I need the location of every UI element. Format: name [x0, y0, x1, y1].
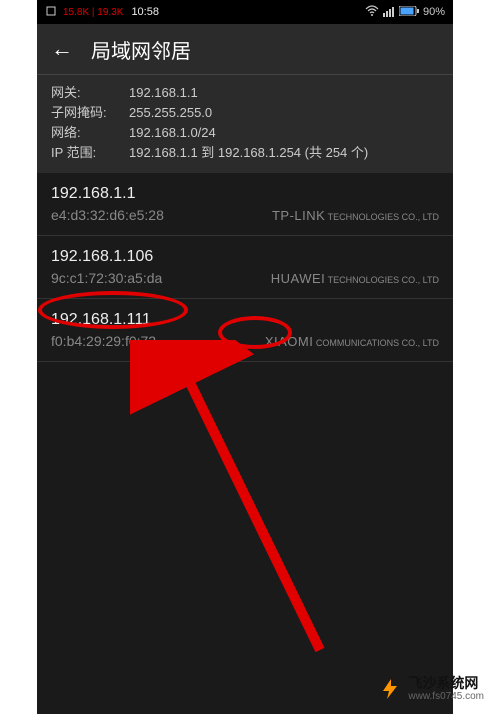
network-value: 192.168.1.0/24: [129, 123, 216, 143]
device-item[interactable]: 192.168.1.106 9c:c1:72:30:a5:da HUAWEI T…: [37, 236, 453, 299]
device-vendor: XIAOMI COMMUNICATIONS CO., LTD: [265, 334, 439, 349]
device-vendor: HUAWEI TECHNOLOGIES CO., LTD: [271, 271, 439, 286]
device-list: 192.168.1.1 e4:d3:32:d6:e5:28 TP-LINK TE…: [37, 173, 453, 362]
network-info-panel: 网关: 192.168.1.1 子网掩码: 255.255.255.0 网络: …: [37, 74, 453, 173]
device-ip: 192.168.1.106: [51, 246, 439, 268]
wifi-icon: [365, 5, 379, 20]
network-label: 网络:: [51, 123, 129, 143]
device-mac: 9c:c1:72:30:a5:da: [51, 268, 162, 288]
subnet-value: 255.255.255.0: [129, 103, 212, 123]
device-vendor: TP-LINK TECHNOLOGIES CO., LTD: [272, 208, 439, 223]
title-bar: ← 局域网邻居: [37, 24, 453, 74]
device-mac: f0:b4:29:29:f0:72: [51, 331, 156, 351]
device-item[interactable]: 192.168.1.111 f0:b4:29:29:f0:72 XIAOMI C…: [37, 299, 453, 362]
back-button[interactable]: ←: [51, 36, 73, 62]
range-label: IP 范围:: [51, 143, 129, 163]
status-bar: 15.8K | 19.3K 10:58 90%: [37, 0, 453, 24]
device-item[interactable]: 192.168.1.1 e4:d3:32:d6:e5:28 TP-LINK TE…: [37, 173, 453, 236]
net-speed: 15.8K | 19.3K: [63, 7, 123, 18]
signal-icon: [383, 5, 395, 20]
notification-icon: [45, 5, 57, 20]
device-mac: e4:d3:32:d6:e5:28: [51, 205, 164, 225]
battery-percent: 90%: [423, 6, 445, 18]
watermark: 飞沙系统网 www.fs0745.com: [370, 672, 492, 706]
page-title: 局域网邻居: [91, 35, 191, 64]
battery-icon: [399, 6, 419, 19]
subnet-label: 子网掩码:: [51, 103, 129, 123]
range-value: 192.168.1.1 到 192.168.1.254 (共 254 个): [129, 143, 368, 163]
device-ip: 192.168.1.1: [51, 183, 439, 205]
watermark-url: www.fs0745.com: [408, 691, 484, 702]
gateway-label: 网关:: [51, 83, 129, 103]
gateway-value: 192.168.1.1: [129, 83, 198, 103]
lightning-icon: [378, 677, 402, 701]
watermark-title: 飞沙系统网: [408, 676, 484, 691]
clock: 10:58: [131, 6, 159, 18]
device-ip: 192.168.1.111: [51, 309, 439, 331]
